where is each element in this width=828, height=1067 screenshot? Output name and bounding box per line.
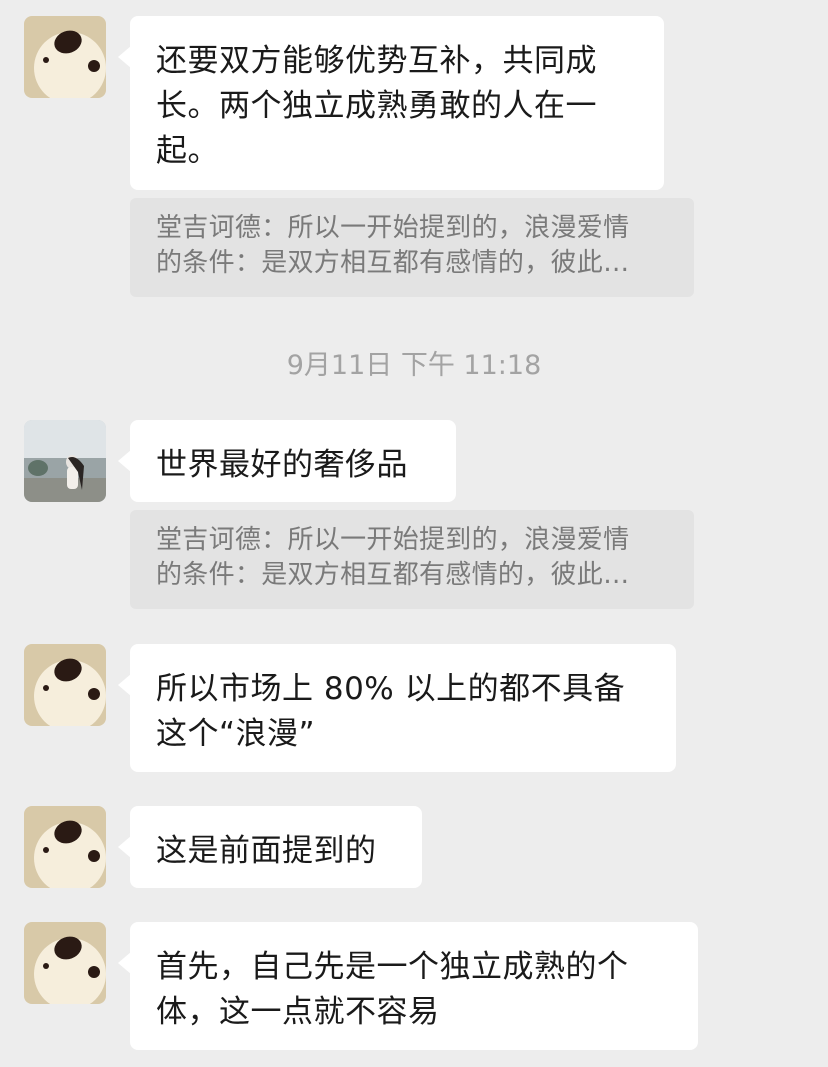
bear-avatar-icon: [24, 922, 106, 1004]
quoted-message[interactable]: 堂吉诃德：所以一开始提到的，浪漫爱情 的条件：是双方相互都有感情的，彼此…: [130, 510, 694, 609]
chat-timestamp: 9月11日 下午 11:18: [286, 350, 542, 381]
quote-line: 堂吉诃德：所以一开始提到的，浪漫爱情: [156, 213, 630, 243]
avatar-bear[interactable]: [24, 922, 106, 1004]
message-bubble[interactable]: 这是前面提到的: [118, 806, 422, 888]
message-text: 首先，自己先是一个独立成熟的个体，这一点就不容易: [156, 949, 629, 1030]
quote-line: 的条件：是双方相互都有感情的，彼此…: [156, 560, 630, 590]
quoted-message[interactable]: 堂吉诃德：所以一开始提到的，浪漫爱情 的条件：是双方相互都有感情的，彼此…: [130, 198, 694, 297]
message-bubble[interactable]: 所以市场上 80% 以上的都不具备这个“浪漫”: [118, 644, 676, 772]
bear-avatar-icon: [24, 644, 106, 726]
message-bubble[interactable]: 还要双方能够优势互补，共同成长。两个独立成熟勇敢的人在一起。: [118, 16, 664, 190]
photo-avatar-icon: [24, 420, 106, 502]
avatar-photo[interactable]: [24, 420, 106, 502]
quote-line: 的条件：是双方相互都有感情的，彼此…: [156, 248, 630, 278]
avatar-bear[interactable]: [24, 644, 106, 726]
avatar-bear[interactable]: [24, 16, 106, 98]
message-bubble[interactable]: 世界最好的奢侈品: [118, 420, 456, 502]
bear-avatar-icon: [24, 16, 106, 98]
avatar-bear[interactable]: [24, 806, 106, 888]
quote-line: 堂吉诃德：所以一开始提到的，浪漫爱情: [156, 525, 630, 555]
bear-avatar-icon: [24, 806, 106, 888]
message-text: 所以市场上 80% 以上的都不具备这个“浪漫”: [156, 671, 626, 752]
message-bubble[interactable]: 首先，自己先是一个独立成熟的个体，这一点就不容易: [118, 922, 698, 1050]
message-text: 还要双方能够优势互补，共同成长。两个独立成熟勇敢的人在一起。: [156, 43, 597, 169]
message-text: 这是前面提到的: [156, 833, 377, 869]
message-text: 世界最好的奢侈品: [156, 447, 408, 483]
